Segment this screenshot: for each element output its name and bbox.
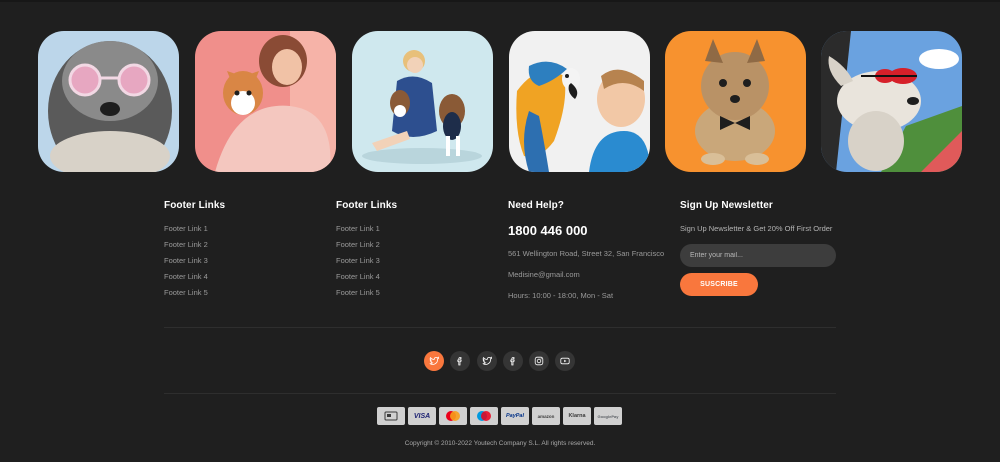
footer-divider (164, 327, 836, 328)
woman-corgi-illustration (195, 31, 336, 172)
yorkie-illustration (665, 31, 806, 172)
newsletter-email-input[interactable] (680, 244, 836, 267)
gallery-image-woman-corgi[interactable] (195, 31, 336, 172)
instagram-icon[interactable] (529, 351, 549, 371)
footer-link[interactable]: Footer Link 5 (336, 287, 397, 303)
paypal-badge: PayPal (501, 407, 529, 425)
googlepay-badge: GooglePay (594, 407, 622, 425)
footer-link[interactable]: Footer Link 3 (164, 255, 225, 271)
visa-badge: VISA (408, 407, 436, 425)
footer-link[interactable]: Footer Link 2 (164, 239, 225, 255)
newsletter-column: Sign Up Newsletter Sign Up Newsletter & … (680, 200, 850, 296)
facebook-icon[interactable] (450, 351, 470, 371)
footer-link[interactable]: Footer Link 1 (164, 223, 225, 239)
maestro-icon (470, 407, 498, 425)
footer-link[interactable]: Footer Link 4 (336, 271, 397, 287)
youtube-icon[interactable] (555, 351, 575, 371)
hours-text: Hours: 10:00 - 18:00, Mon - Sat (508, 291, 614, 300)
twitter-icon[interactable] (477, 351, 497, 371)
email-link[interactable]: Medisine@gmail.com (508, 269, 678, 290)
girl-dogs-illustration (352, 31, 493, 172)
phone-number[interactable]: 1800 446 000 (508, 223, 678, 238)
footer-link[interactable]: Footer Link 1 (336, 223, 397, 239)
dog-car-illustration (821, 31, 962, 172)
footer-links-title: Footer Links (164, 200, 226, 211)
footer-divider (164, 393, 836, 394)
klarna-badge: Klarna (563, 407, 591, 425)
footer-link[interactable]: Footer Link 2 (336, 239, 397, 255)
gallery-image-girl-dogs[interactable] (352, 31, 493, 172)
dog-sunglasses-illustration (38, 31, 179, 172)
address-text: 561 Wellington Road, Street 32, San Fran… (508, 249, 665, 258)
pet-gallery (38, 31, 962, 172)
footer-links-column-2: Footer Links Footer Link 1 Footer Link 2… (336, 200, 397, 303)
copyright-text: Copyright © 2010-2022 Youtech Company S.… (404, 440, 596, 447)
gallery-image-dog-sunglasses[interactable] (38, 31, 179, 172)
twitter-icon[interactable] (424, 351, 444, 371)
gallery-image-dog-car[interactable] (821, 31, 962, 172)
top-border (0, 0, 1000, 2)
footer-link[interactable]: Footer Link 5 (164, 287, 225, 303)
subscribe-button[interactable]: SUSCRIBE (680, 273, 758, 296)
gallery-image-yorkie[interactable] (665, 31, 806, 172)
footer-link[interactable]: Footer Link 4 (164, 271, 225, 287)
need-help-column: Need Help? 1800 446 000 561 Wellington R… (508, 200, 678, 311)
card-icon (377, 407, 405, 425)
footer-links-title: Footer Links (336, 200, 398, 211)
newsletter-title: Sign Up Newsletter (680, 200, 773, 211)
need-help-title: Need Help? (508, 200, 565, 211)
newsletter-description: Sign Up Newsletter & Get 20% Off First O… (680, 224, 833, 233)
footer-links-column-1: Footer Links Footer Link 1 Footer Link 2… (164, 200, 225, 303)
parrot-boy-illustration (509, 31, 650, 172)
footer-link[interactable]: Footer Link 3 (336, 255, 397, 271)
facebook-icon[interactable] (503, 351, 523, 371)
amazon-badge: amazon (532, 407, 560, 425)
gallery-image-parrot-boy[interactable] (509, 31, 650, 172)
mastercard-icon (439, 407, 467, 425)
